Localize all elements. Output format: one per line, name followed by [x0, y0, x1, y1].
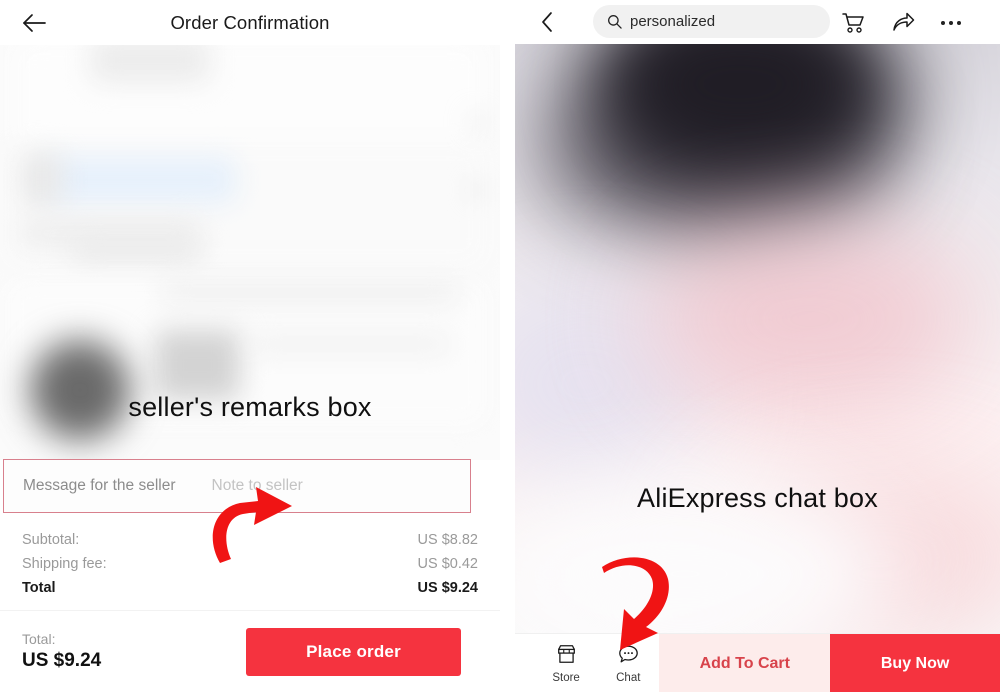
totals-row-value: US $8.82	[417, 532, 478, 548]
blur-shape	[250, 337, 450, 351]
blur-shape	[14, 45, 484, 151]
chat-bubble-icon	[617, 643, 640, 670]
blur-shape	[46, 157, 236, 203]
dual-screenshot-comparison: Order Confirmation seller's remarks box …	[0, 0, 1000, 692]
note-field-label: Message for the seller	[23, 477, 176, 494]
footer-divider	[0, 610, 500, 611]
blur-shape	[30, 340, 130, 440]
grand-total-value: US $9.24	[22, 649, 102, 671]
page-title: Order Confirmation	[170, 11, 330, 33]
store-icon	[555, 643, 578, 670]
totals-row-label: Shipping fee:	[22, 556, 107, 572]
blur-shape	[155, 330, 240, 400]
back-chevron-icon[interactable]	[535, 10, 559, 34]
back-arrow-icon[interactable]	[20, 9, 48, 37]
three-dots	[941, 21, 961, 25]
totals-row: Total US $9.24	[0, 576, 500, 600]
blur-shape	[645, 224, 975, 414]
blur-shape	[472, 115, 484, 129]
grand-total-block: Total: US $9.24	[22, 631, 101, 672]
blur-shape	[22, 153, 62, 205]
totals-row-label: Subtotal:	[22, 532, 80, 548]
panel-divider	[500, 0, 515, 692]
product-bottom-action-bar: Store Chat Add To Cart Buy Now	[515, 633, 1000, 692]
blur-shape	[472, 183, 484, 197]
left-header-bar: Order Confirmation	[0, 0, 500, 45]
blur-shape	[160, 285, 460, 301]
right-header-bar: personalized	[515, 0, 1000, 44]
search-icon	[607, 14, 622, 29]
totals-row-label: Total	[22, 580, 56, 596]
order-totals-list: Subtotal: US $8.82 Shipping fee: US $0.4…	[0, 528, 500, 600]
store-button[interactable]: Store	[535, 634, 598, 692]
share-icon[interactable]	[890, 10, 916, 36]
blurred-product-image	[515, 44, 1000, 633]
right-panel-product-page: personalized AliExpress chat box Store C…	[515, 0, 1000, 692]
more-options-icon[interactable]	[938, 10, 964, 36]
blur-shape	[90, 45, 210, 83]
left-footer-bar: Total: US $9.24 Place order	[0, 612, 500, 692]
search-input[interactable]: personalized	[593, 5, 830, 38]
blur-shape	[72, 240, 202, 262]
message-for-seller-field[interactable]: Message for the seller Note to seller	[3, 459, 471, 513]
chat-box-annotation-label: AliExpress chat box	[637, 483, 878, 513]
add-to-cart-button[interactable]: Add To Cart	[659, 634, 831, 692]
buy-now-button[interactable]: Buy Now	[830, 634, 1000, 692]
totals-row-value: US $0.42	[417, 556, 478, 572]
note-field-placeholder: Note to seller	[211, 477, 303, 494]
seller-remarks-annotation-label: seller's remarks box	[128, 392, 372, 422]
chat-button[interactable]: Chat	[597, 634, 660, 692]
chat-label: Chat	[616, 672, 641, 684]
totals-row: Shipping fee: US $0.42	[0, 552, 500, 576]
shopping-cart-icon[interactable]	[840, 10, 866, 36]
search-query-text: personalized	[630, 13, 716, 30]
left-panel-order-confirmation: Order Confirmation seller's remarks box …	[0, 0, 500, 692]
store-label: Store	[552, 672, 580, 684]
grand-total-label: Total:	[22, 631, 56, 648]
totals-row: Subtotal: US $8.82	[0, 528, 500, 552]
place-order-button[interactable]: Place order	[246, 628, 461, 676]
totals-row-value: US $9.24	[417, 580, 478, 596]
